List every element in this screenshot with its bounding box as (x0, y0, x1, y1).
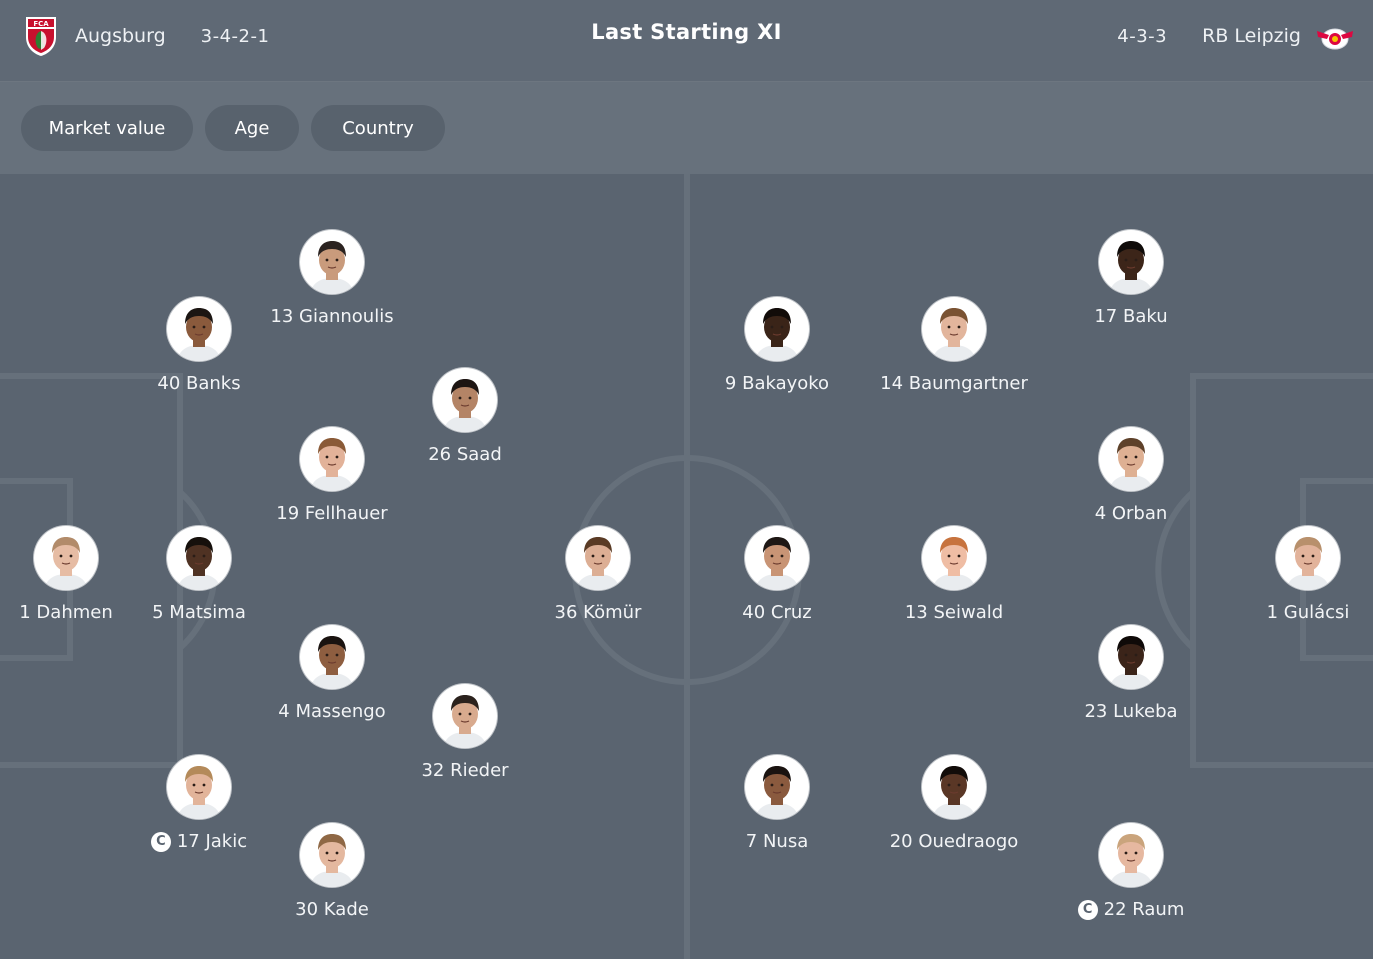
player-card[interactable]: 30 Kade (242, 823, 422, 920)
player-name: 30 Kade (295, 899, 369, 920)
player-photo-icon (177, 308, 221, 361)
pitch: 13 Giannoulis 40 Banks 26 Saad 19 Fellha… (0, 174, 1373, 959)
player-name: 17 Baku (1094, 306, 1168, 327)
player-photo-icon (310, 834, 354, 887)
player-name: C 22 Raum (1041, 899, 1221, 920)
age-filter-button[interactable]: Age (205, 105, 299, 151)
player-card[interactable]: 4 Orban (1041, 427, 1221, 524)
away-formation: 4-3-3 (1117, 25, 1168, 47)
player-card[interactable]: 9 Bakayoko (687, 297, 867, 394)
player-photo-icon (755, 537, 799, 590)
player-photo-icon (755, 308, 799, 361)
player-name: 9 Bakayoko (724, 373, 830, 394)
player-photo-icon (932, 537, 976, 590)
player-card[interactable]: 17 Baku (1041, 230, 1221, 327)
player-avatar (745, 526, 809, 590)
rb-leipzig-crest-icon (1315, 21, 1355, 51)
player-name: 13 Seiwald (904, 602, 1004, 623)
player-photo-icon (443, 379, 487, 432)
player-name: 7 Nusa (745, 831, 809, 852)
player-avatar (433, 684, 497, 748)
player-name: 4 Orban (1094, 503, 1168, 524)
player-photo-icon (576, 537, 620, 590)
player-card[interactable]: 40 Banks (109, 297, 289, 394)
player-photo-icon (44, 537, 88, 590)
player-card[interactable]: 20 Ouedraogo (864, 755, 1044, 852)
player-name: 40 Banks (157, 373, 241, 394)
player-avatar (1276, 526, 1340, 590)
player-name: 5 Matsima (152, 602, 246, 623)
player-avatar (167, 755, 231, 819)
player-avatar (745, 297, 809, 361)
captain-icon: C (1077, 899, 1098, 920)
player-photo-icon (1286, 537, 1330, 590)
player-name: 32 Rieder (421, 760, 509, 781)
player-avatar (300, 823, 364, 887)
player-avatar (300, 625, 364, 689)
player-name: 14 Baumgartner (880, 373, 1028, 394)
player-card[interactable]: 7 Nusa (687, 755, 867, 852)
player-photo-icon (1109, 636, 1153, 689)
player-card[interactable]: 14 Baumgartner (864, 297, 1044, 394)
market-value-filter-button[interactable]: Market value (21, 105, 193, 151)
player-card[interactable]: 40 Cruz (687, 526, 867, 623)
player-avatar (566, 526, 630, 590)
player-photo-icon (310, 438, 354, 491)
player-card[interactable]: 5 Matsima (109, 526, 289, 623)
player-avatar (745, 755, 809, 819)
away-team-name: RB Leipzig (1202, 25, 1301, 47)
player-avatar (1099, 230, 1163, 294)
player-photo-icon (932, 308, 976, 361)
player-photo-icon (932, 766, 976, 819)
player-card[interactable]: 13 Seiwald (864, 526, 1044, 623)
player-photo-icon (755, 766, 799, 819)
player-photo-icon (177, 766, 221, 819)
player-photo-icon (310, 241, 354, 294)
player-avatar (922, 297, 986, 361)
country-filter-button[interactable]: Country (311, 105, 445, 151)
player-photo-icon (443, 695, 487, 748)
away-team[interactable]: 4-3-3 RB Leipzig (1117, 0, 1355, 72)
player-card[interactable]: 23 Lukeba (1041, 625, 1221, 722)
player-card[interactable]: 1 Gulácsi (1218, 526, 1373, 623)
player-avatar (167, 297, 231, 361)
captain-icon: C (150, 831, 171, 852)
player-name: 23 Lukeba (1084, 701, 1178, 722)
filter-bar: Market value Age Country (0, 82, 1373, 174)
player-name: 1 Gulácsi (1266, 602, 1350, 623)
player-card[interactable]: 36 Kömür (508, 526, 688, 623)
player-card[interactable]: C 22 Raum (1041, 823, 1221, 920)
player-avatar (300, 427, 364, 491)
player-name: 40 Cruz (742, 602, 812, 623)
player-photo-icon (310, 636, 354, 689)
player-photo-icon (1109, 241, 1153, 294)
player-avatar (1099, 427, 1163, 491)
player-avatar (167, 526, 231, 590)
player-photo-icon (1109, 438, 1153, 491)
player-avatar (433, 368, 497, 432)
player-photo-icon (177, 537, 221, 590)
player-photo-icon (1109, 834, 1153, 887)
player-name: 36 Kömür (554, 602, 642, 623)
player-name: 19 Fellhauer (276, 503, 388, 524)
player-avatar (922, 526, 986, 590)
player-card[interactable]: 19 Fellhauer (242, 427, 422, 524)
player-avatar (922, 755, 986, 819)
player-avatar (1099, 625, 1163, 689)
player-card[interactable]: 32 Rieder (375, 684, 555, 781)
player-avatar (300, 230, 364, 294)
player-name: 20 Ouedraogo (889, 831, 1019, 852)
player-avatar (1099, 823, 1163, 887)
player-avatar (34, 526, 98, 590)
match-header: FCA Augsburg 3-4-2-1 Last Starting XI 4-… (0, 0, 1373, 82)
